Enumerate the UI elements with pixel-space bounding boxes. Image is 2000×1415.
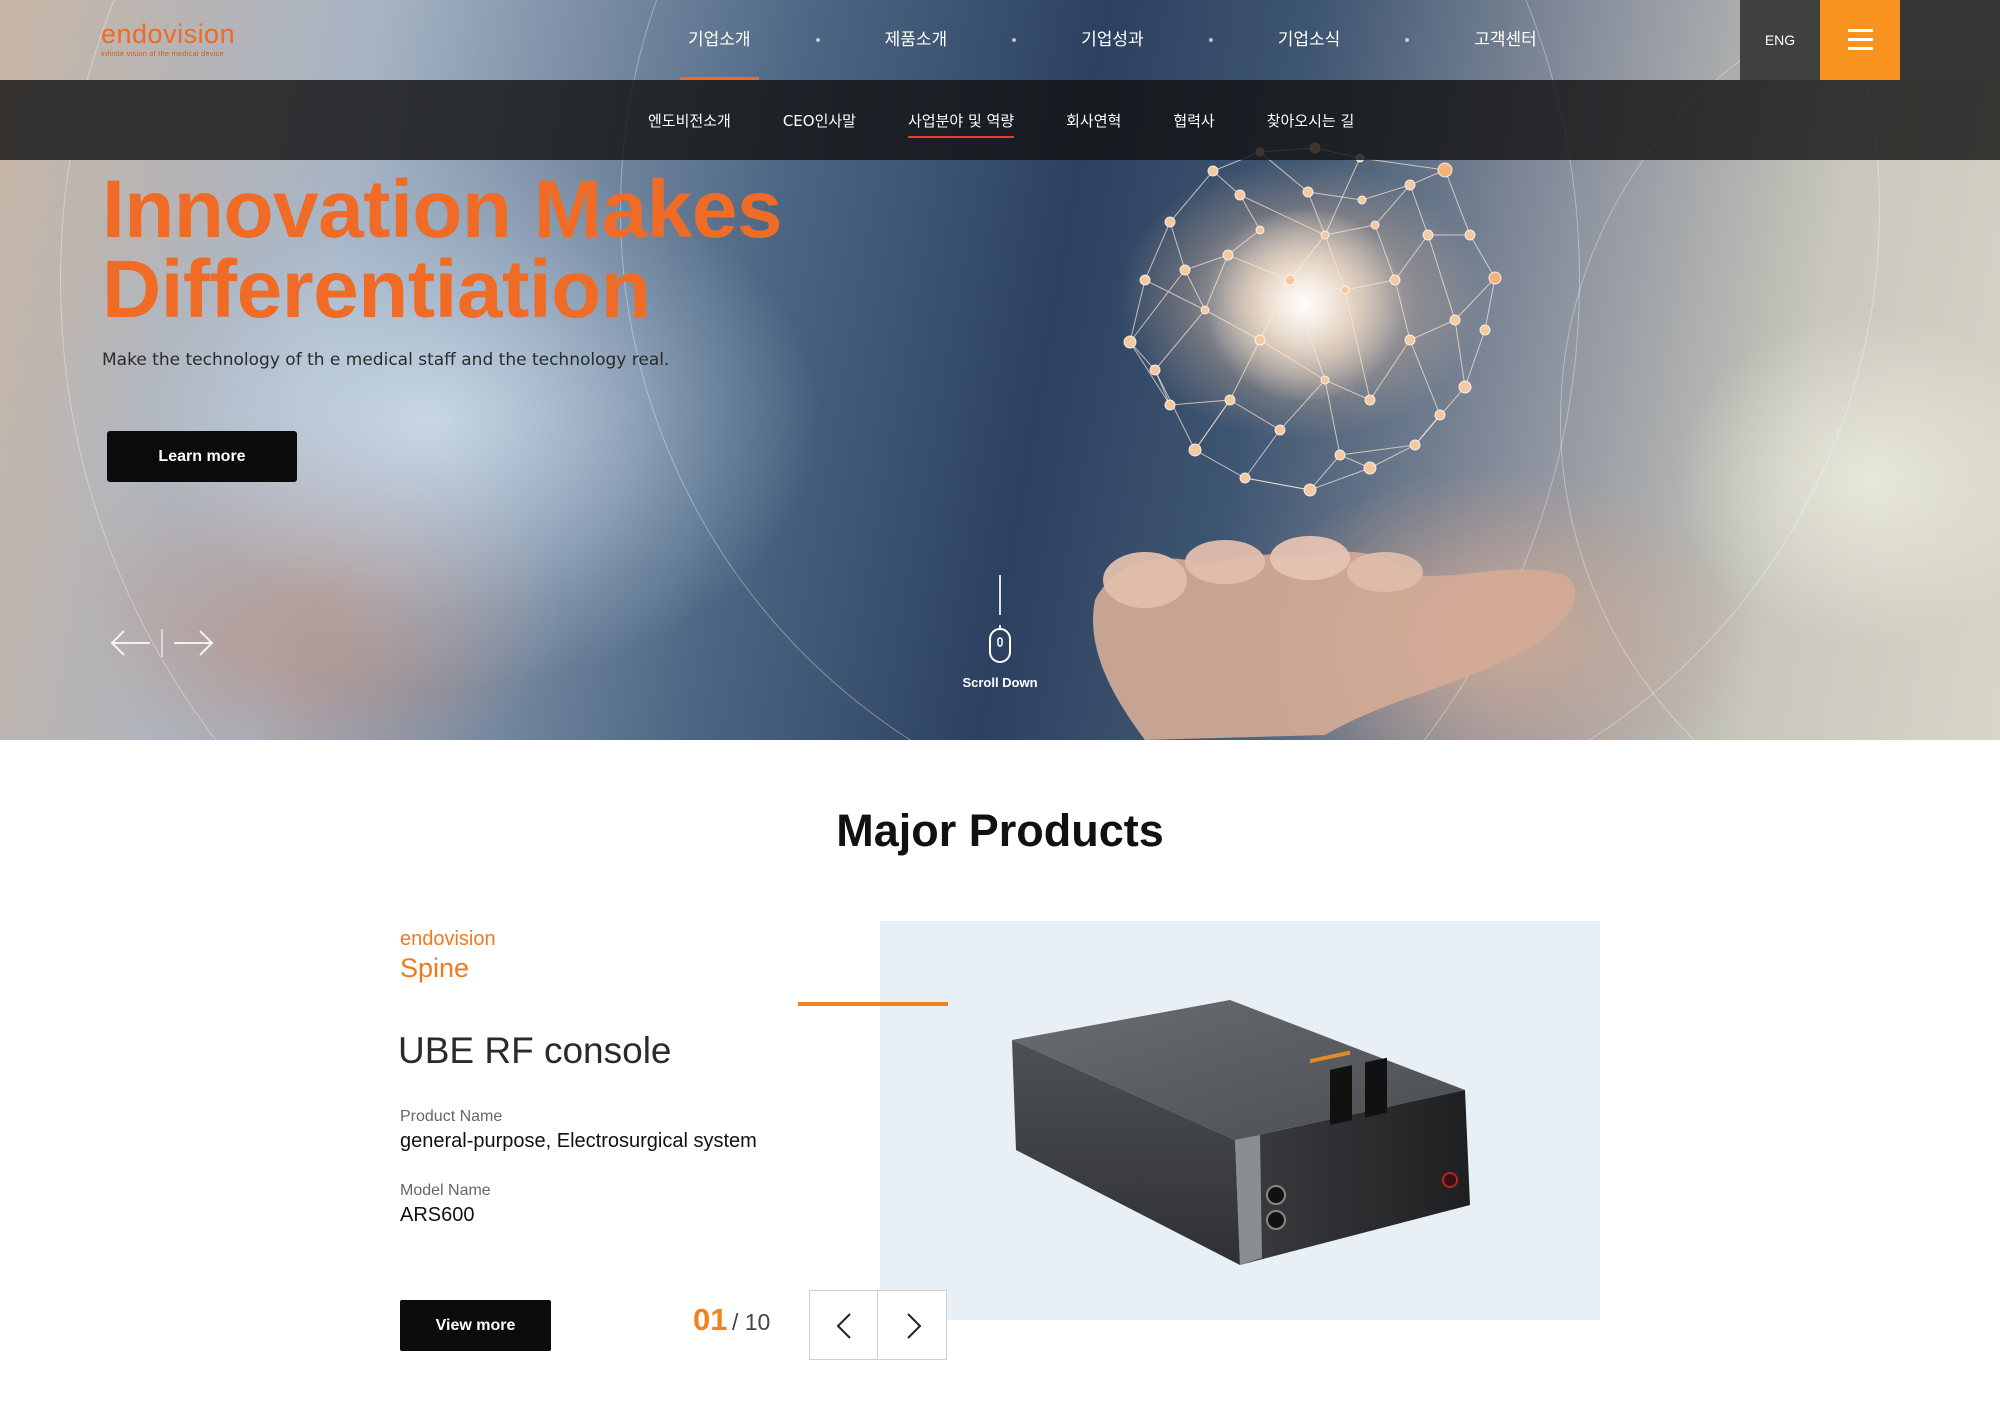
hero-title: Innovation Makes Differentiation xyxy=(102,164,1002,335)
language-button[interactable]: ENG xyxy=(1740,0,1820,80)
learn-more-button[interactable]: Learn more xyxy=(107,431,297,482)
model-name-label: Model Name xyxy=(400,1182,491,1199)
logo[interactable]: endovision infinite vision of the medica… xyxy=(101,20,235,58)
product-category: Spine xyxy=(400,953,470,983)
hero-title-line-2: Differentiation xyxy=(102,244,651,335)
nav-separator xyxy=(815,38,820,42)
nav-item-achievements[interactable]: 기업성과 xyxy=(1073,0,1152,80)
nav-item-news[interactable]: 기업소식 xyxy=(1270,0,1349,80)
main-nav: 기업소개 제품소개 기업성과 기업소식 고객센터 xyxy=(680,0,1545,80)
subnav-list: 엔도비전소개 CEO인사말 사업분야 및 역량 회사연혁 협력사 찾아오시는 길 xyxy=(648,80,1406,160)
slide-counter-current: 01 xyxy=(693,1302,728,1337)
open-hand-graphic xyxy=(1093,536,1576,740)
section-title-bold: Products xyxy=(968,805,1164,856)
hero-content: Innovation Makes Differentiation Make th… xyxy=(102,164,1002,371)
hero-next-arrow-icon[interactable] xyxy=(174,630,214,656)
hero-slider-arrows xyxy=(110,623,215,663)
model-name-value: ARS600 xyxy=(400,1204,475,1226)
sub-navigation-bar: 엔도비전소개 CEO인사말 사업분야 및 역량 회사연혁 협력사 찾아오시는 길 xyxy=(0,80,2000,160)
network-sphere-graphic xyxy=(1123,142,1502,497)
hero-subtitle: Make the technology of th e medical staf… xyxy=(102,350,670,370)
hero-prev-arrow-icon[interactable] xyxy=(110,630,150,656)
section-title: Major Products xyxy=(0,805,2000,857)
nav-item-products[interactable]: 제품소개 xyxy=(877,0,956,80)
scroll-down-indicator[interactable]: Scroll Down xyxy=(950,575,1050,695)
subnav-item-about[interactable]: 엔도비전소개 xyxy=(648,110,731,131)
nav-item-customer-center[interactable]: 고객센터 xyxy=(1466,0,1545,80)
subnav-item-business-areas[interactable]: 사업분야 및 역량 xyxy=(907,110,1015,138)
product-name-value: general-purpose, Electrosurgical system xyxy=(400,1130,757,1152)
product-name-label: Product Name xyxy=(400,1108,503,1125)
product-brand: endovision xyxy=(400,928,496,950)
subnav-item-history[interactable]: 회사연혁 xyxy=(1066,110,1121,131)
top-navigation-bar: endovision infinite vision of the medica… xyxy=(0,0,2000,80)
logo-tagline: infinite vision of the medical device xyxy=(101,49,224,58)
product-image[interactable] xyxy=(1000,990,1480,1270)
scroll-down-label: Scroll Down xyxy=(962,675,1038,690)
nav-separator xyxy=(1012,38,1017,42)
chevron-left-icon xyxy=(836,1313,851,1339)
accent-line xyxy=(798,1002,948,1006)
product-title: UBE RF console xyxy=(398,1030,672,1071)
nav-separator xyxy=(1208,38,1213,42)
subnav-item-partners[interactable]: 협력사 xyxy=(1173,110,1214,131)
product-prev-button[interactable] xyxy=(809,1290,879,1360)
nav-item-company[interactable]: 기업소개 xyxy=(680,0,759,80)
subnav-item-directions[interactable]: 찾아오시는 길 xyxy=(1267,110,1355,131)
hero-title-line-1: Innovation Makes xyxy=(102,164,783,255)
slide-counter: 01 / 10 xyxy=(693,1302,770,1338)
nav-separator xyxy=(1405,38,1410,42)
menu-button[interactable] xyxy=(1820,0,1900,80)
section-title-light: Major xyxy=(836,805,957,856)
scroll-line xyxy=(999,575,1001,615)
subnav-item-ceo-greeting[interactable]: CEO인사말 xyxy=(783,110,856,131)
product-next-button[interactable] xyxy=(877,1290,947,1360)
logo-wordmark: endovision xyxy=(101,19,236,49)
chevron-right-icon xyxy=(907,1313,922,1339)
mouse-icon xyxy=(989,625,1011,663)
slide-counter-total: / 10 xyxy=(731,1309,771,1335)
view-more-button[interactable]: View more xyxy=(400,1300,551,1351)
topbar-right-edge xyxy=(1900,0,2000,80)
